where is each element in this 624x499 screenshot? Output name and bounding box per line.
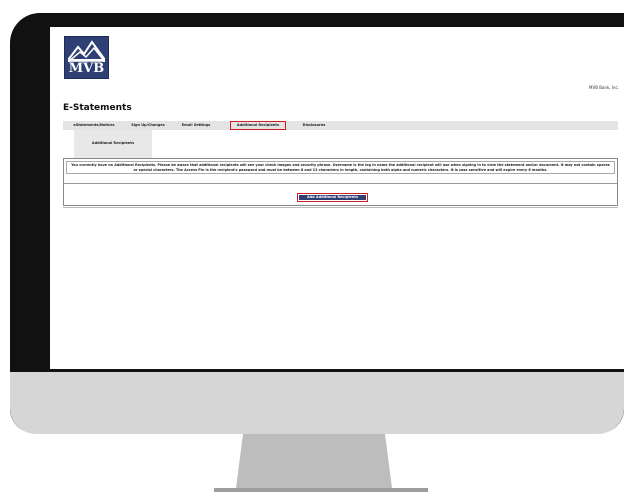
monitor-bezel: MVB MVB Bank, Inc. E-Statements eStateme… (10, 13, 624, 433)
bank-name: MVB Bank, Inc. (589, 85, 619, 90)
tab-sign-up-changes[interactable]: Sign Up/Changes (127, 121, 169, 130)
tab-additional-recipients[interactable]: Additional Recipients (230, 121, 286, 130)
logo-text: MVB (68, 61, 105, 76)
page-title: E-Statements (63, 103, 132, 113)
mountain-logo-icon (68, 40, 105, 62)
notice-text: You currently have no Additional Recipie… (66, 161, 615, 175)
tab-email-settings[interactable]: Email Settings (178, 121, 214, 130)
monitor-stand (214, 434, 428, 492)
monitor-chin (10, 372, 624, 434)
panel-bottom-border (63, 207, 618, 208)
tab-disclosures[interactable]: Disclosures (299, 121, 329, 130)
add-additional-recipients-button[interactable]: Add Additional Recipients (297, 193, 368, 202)
tab-bar: eStatements/Notices Sign Up/Changes Emai… (63, 121, 618, 130)
bank-logo[interactable]: MVB (64, 36, 109, 79)
monitor-screen: MVB MVB Bank, Inc. E-Statements eStateme… (50, 27, 624, 369)
add-button-label: Add Additional Recipients (299, 195, 366, 200)
panel-divider (64, 183, 617, 184)
tab-estatements-notices[interactable]: eStatements/Notices (69, 121, 119, 130)
subtab-additional-recipients[interactable]: Additional Recipients (74, 130, 152, 158)
